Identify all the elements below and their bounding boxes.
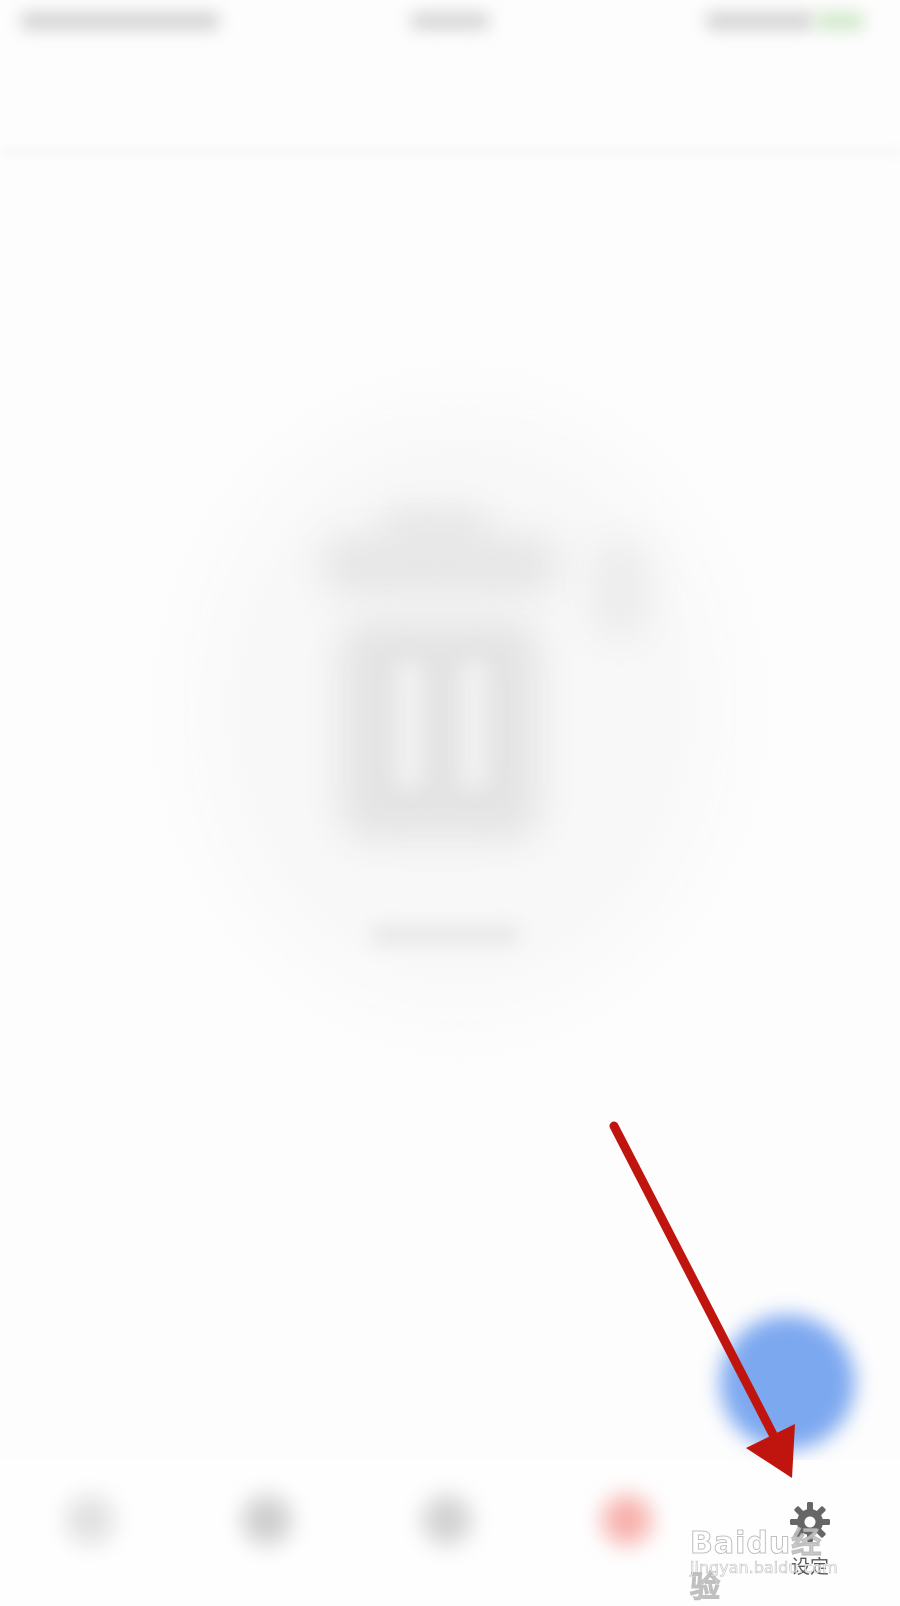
nav-item-4[interactable]	[582, 1475, 672, 1585]
trash-icon	[340, 620, 540, 840]
empty-state-caption-blur	[370, 925, 520, 945]
empty-state-illustration	[180, 390, 740, 1030]
header-divider	[0, 150, 900, 154]
status-time-blur	[410, 12, 490, 30]
nav-item-2[interactable]	[222, 1475, 312, 1585]
battery-icon	[815, 12, 865, 30]
floating-action-button[interactable]	[720, 1315, 855, 1450]
nav-item-settings[interactable]: 设定	[765, 1498, 855, 1598]
status-carrier-blur	[20, 12, 220, 30]
trash-icon-lid	[320, 535, 560, 595]
nav-item-1-icon	[65, 1495, 115, 1545]
gear-icon	[790, 1502, 830, 1542]
nav-item-3[interactable]	[402, 1475, 492, 1585]
status-bar	[0, 0, 900, 60]
nav-item-1[interactable]	[45, 1475, 135, 1585]
nav-item-4-icon	[602, 1495, 652, 1545]
nav-item-2-icon	[242, 1495, 292, 1545]
sparkle-icon	[590, 540, 650, 640]
status-indicators-blur	[705, 12, 815, 30]
trash-icon-stripe	[460, 660, 488, 790]
nav-item-3-icon	[422, 1495, 472, 1545]
trash-icon-stripe	[395, 660, 423, 790]
settings-label: 设定	[790, 1556, 829, 1578]
